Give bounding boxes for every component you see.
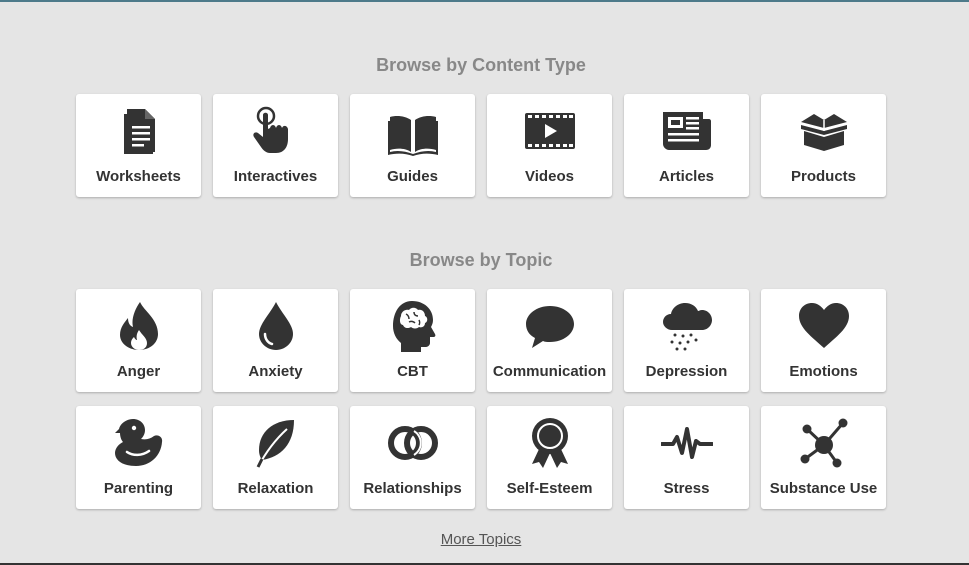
speech-bubble-icon xyxy=(524,300,576,352)
tile-articles[interactable]: Articles xyxy=(624,94,749,197)
document-icon xyxy=(113,105,165,157)
tile-label: Depression xyxy=(645,363,728,380)
open-book-icon xyxy=(387,105,439,157)
tile-label: Worksheets xyxy=(96,168,181,185)
tile-label: Anxiety xyxy=(248,363,303,380)
tile-substance-use[interactable]: Substance Use xyxy=(761,406,886,509)
tile-guides[interactable]: Guides xyxy=(350,94,475,197)
tile-anger[interactable]: Anger xyxy=(76,289,201,392)
tile-label: Interactives xyxy=(233,168,318,185)
tile-stress[interactable]: Stress xyxy=(624,406,749,509)
tile-label: Emotions xyxy=(789,363,858,380)
tile-relaxation[interactable]: Relaxation xyxy=(213,406,338,509)
interlocked-rings-icon xyxy=(387,417,439,469)
tile-products[interactable]: Products xyxy=(761,94,886,197)
tile-label: CBT xyxy=(397,363,428,380)
pointing-hand-icon xyxy=(250,105,302,157)
head-brain-icon xyxy=(387,300,439,352)
tile-label: Products xyxy=(790,168,856,185)
film-play-icon xyxy=(524,105,576,157)
content-type-heading: Browse by Content Type xyxy=(376,55,586,75)
tile-cbt[interactable]: CBT xyxy=(350,289,475,392)
tile-label: Substance Use xyxy=(769,480,878,497)
tile-label: Parenting xyxy=(103,480,174,497)
heart-icon xyxy=(798,300,850,352)
rubber-duck-icon xyxy=(113,417,165,469)
page: Browse by Content Type Worksheets Intera… xyxy=(0,0,969,565)
tile-relationships[interactable]: Relationships xyxy=(350,406,475,509)
award-ribbon-icon xyxy=(524,417,576,469)
tile-label: Relaxation xyxy=(237,480,314,497)
newspaper-icon xyxy=(661,105,713,157)
tile-communication[interactable]: Communication xyxy=(487,289,612,392)
molecule-icon xyxy=(798,417,850,469)
topic-grid: Anger Anxiety CBT Communication Depressi… xyxy=(76,289,886,509)
tile-interactives[interactable]: Interactives xyxy=(213,94,338,197)
tile-label: Self-Esteem xyxy=(506,480,593,497)
leaf-icon xyxy=(250,417,302,469)
tile-videos[interactable]: Videos xyxy=(487,94,612,197)
tile-label: Stress xyxy=(663,480,710,497)
topic-heading: Browse by Topic xyxy=(409,250,553,270)
rain-cloud-icon xyxy=(661,300,713,352)
more-topics-link[interactable]: More Topics xyxy=(0,531,962,548)
droplet-icon xyxy=(250,300,302,352)
content-type-grid: Worksheets Interactives Guides Videos Ar… xyxy=(76,94,886,197)
tile-parenting[interactable]: Parenting xyxy=(76,406,201,509)
tile-depression[interactable]: Depression xyxy=(624,289,749,392)
tile-label: Articles xyxy=(658,168,715,185)
tile-self-esteem[interactable]: Self-Esteem xyxy=(487,406,612,509)
tile-worksheets[interactable]: Worksheets xyxy=(76,94,201,197)
tile-label: Anger xyxy=(116,363,161,380)
tile-label: Videos xyxy=(525,168,574,185)
tile-label: Relationships xyxy=(363,480,462,497)
fire-icon xyxy=(113,300,165,352)
open-box-icon xyxy=(798,105,850,157)
tile-label: Communication xyxy=(492,363,607,380)
tile-anxiety[interactable]: Anxiety xyxy=(213,289,338,392)
tile-emotions[interactable]: Emotions xyxy=(761,289,886,392)
pulse-icon xyxy=(660,417,713,469)
tile-label: Guides xyxy=(387,168,438,185)
